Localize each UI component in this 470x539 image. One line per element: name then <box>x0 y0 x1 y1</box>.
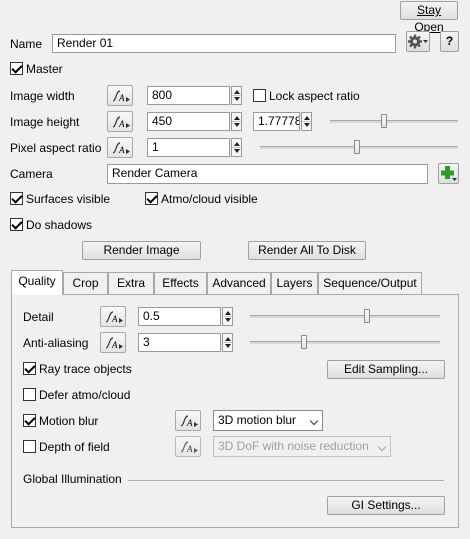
do-shadows-label: Do shadows <box>26 218 93 232</box>
animation-curve-icon: A <box>112 90 130 103</box>
chevron-down-icon <box>309 416 319 426</box>
tab-sequence-output[interactable]: Sequence/Output <box>318 272 422 294</box>
aspect-ratio-spinner[interactable] <box>301 112 312 131</box>
do-shadows-checkbox[interactable] <box>10 218 23 231</box>
motion-blur-mode-select[interactable]: 3D motion blur <box>213 410 323 431</box>
aspect-ratio-slider-track[interactable] <box>330 120 458 123</box>
atmo-visible-checkbox[interactable] <box>145 192 158 205</box>
dof-mode-select[interactable]: 3D DoF with noise reduction <box>213 436 391 457</box>
image-width-spinner[interactable] <box>231 86 242 105</box>
svg-text:A: A <box>111 340 118 350</box>
pixel-aspect-field[interactable]: 1 <box>147 138 230 157</box>
tab-crop[interactable]: Crop <box>63 272 108 294</box>
image-height-field[interactable]: 450 <box>147 112 230 131</box>
image-height-anim-button[interactable]: A <box>107 111 133 132</box>
surfaces-visible-checkbox[interactable] <box>10 192 23 205</box>
motion-blur-anim-button[interactable]: A <box>175 410 201 431</box>
gear-menu-button[interactable] <box>406 31 430 52</box>
aspect-ratio-slider-thumb[interactable] <box>381 114 387 128</box>
animation-curve-icon: A <box>112 142 130 155</box>
animation-curve-icon: A <box>112 116 130 129</box>
image-height-spinner[interactable] <box>231 112 242 131</box>
master-checkbox[interactable] <box>10 62 23 75</box>
defer-atmo-label: Defer atmo/cloud <box>39 388 131 402</box>
defer-atmo-checkbox[interactable] <box>23 388 36 401</box>
animation-curve-icon: A <box>105 337 123 350</box>
tab-extra[interactable]: Extra <box>108 272 154 294</box>
animation-curve-icon: A <box>180 415 198 428</box>
anti-aliasing-spinner[interactable] <box>222 333 233 352</box>
image-height-label: Image height <box>10 115 80 129</box>
motion-blur-mode-value: 3D motion blur <box>218 413 297 427</box>
pixel-aspect-slider-thumb[interactable] <box>354 140 360 154</box>
depth-of-field-checkbox[interactable] <box>23 440 36 453</box>
pixel-aspect-label: Pixel aspect ratio <box>10 141 102 155</box>
animation-curve-icon: A <box>180 441 198 454</box>
atmo-visible-label: Atmo/cloud visible <box>161 192 258 206</box>
render-image-button[interactable]: Render Image <box>82 241 201 260</box>
gear-icon <box>408 34 428 49</box>
ray-trace-label: Ray trace objects <box>39 362 132 376</box>
camera-field[interactable]: Render Camera <box>107 164 428 184</box>
render-all-to-disk-button[interactable]: Render All To Disk <box>248 241 366 260</box>
animation-curve-icon: A <box>105 311 123 324</box>
name-label: Name <box>10 37 43 51</box>
help-button[interactable]: ? <box>440 31 459 52</box>
image-width-field[interactable]: 800 <box>147 86 230 105</box>
ray-trace-checkbox[interactable] <box>23 362 36 375</box>
name-field[interactable]: Render 01 <box>52 34 396 53</box>
depth-of-field-anim-button[interactable]: A <box>175 436 201 457</box>
detail-anim-button[interactable]: A <box>100 306 126 327</box>
lock-aspect-checkbox[interactable] <box>253 89 266 102</box>
master-label: Master <box>26 62 63 76</box>
anti-aliasing-slider-thumb[interactable] <box>301 335 307 349</box>
tab-layers[interactable]: Layers <box>271 272 318 294</box>
depth-of-field-label: Depth of field <box>39 440 110 454</box>
anti-aliasing-field[interactable]: 3 <box>138 333 221 352</box>
detail-slider-track[interactable] <box>250 315 440 318</box>
anti-aliasing-anim-button[interactable]: A <box>100 332 126 353</box>
anti-aliasing-label: Anti-aliasing <box>23 336 89 350</box>
svg-text:A: A <box>118 119 125 129</box>
add-green-plus-icon <box>441 166 457 181</box>
detail-slider-thumb[interactable] <box>364 309 370 323</box>
image-width-label: Image width <box>10 89 75 103</box>
detail-label: Detail <box>23 310 54 324</box>
edit-sampling-button[interactable]: Edit Sampling... <box>327 360 445 379</box>
dof-mode-value: 3D DoF with noise reduction <box>218 439 369 453</box>
motion-blur-label: Motion blur <box>39 414 99 428</box>
lock-aspect-label: Lock aspect ratio <box>269 89 360 103</box>
detail-field[interactable]: 0.5 <box>138 307 221 326</box>
tab-advanced[interactable]: Advanced <box>207 272 271 294</box>
chevron-down-icon <box>377 442 387 452</box>
gi-settings-button[interactable]: GI Settings... <box>327 496 445 515</box>
svg-text:A: A <box>118 93 125 103</box>
motion-blur-checkbox[interactable] <box>23 414 36 427</box>
tab-effects[interactable]: Effects <box>154 272 207 294</box>
svg-text:A: A <box>111 314 118 324</box>
image-width-anim-button[interactable]: A <box>107 85 133 106</box>
detail-spinner[interactable] <box>222 307 233 326</box>
surfaces-visible-label: Surfaces visible <box>26 192 111 206</box>
pixel-aspect-anim-button[interactable]: A <box>107 137 133 158</box>
anti-aliasing-slider-track[interactable] <box>250 341 440 344</box>
pixel-aspect-spinner[interactable] <box>231 138 242 157</box>
gi-section-label: Global Illumination <box>23 472 122 486</box>
camera-label: Camera <box>10 167 53 181</box>
stay-open-button[interactable]: Stay Open <box>400 1 458 34</box>
svg-text:A: A <box>186 444 193 454</box>
svg-text:A: A <box>186 418 193 428</box>
add-camera-button[interactable] <box>438 163 459 184</box>
gi-section-divider <box>128 480 444 481</box>
aspect-ratio-field[interactable]: 1.77778 <box>253 112 300 131</box>
tab-quality[interactable]: Quality <box>11 270 63 295</box>
svg-text:A: A <box>118 145 125 155</box>
